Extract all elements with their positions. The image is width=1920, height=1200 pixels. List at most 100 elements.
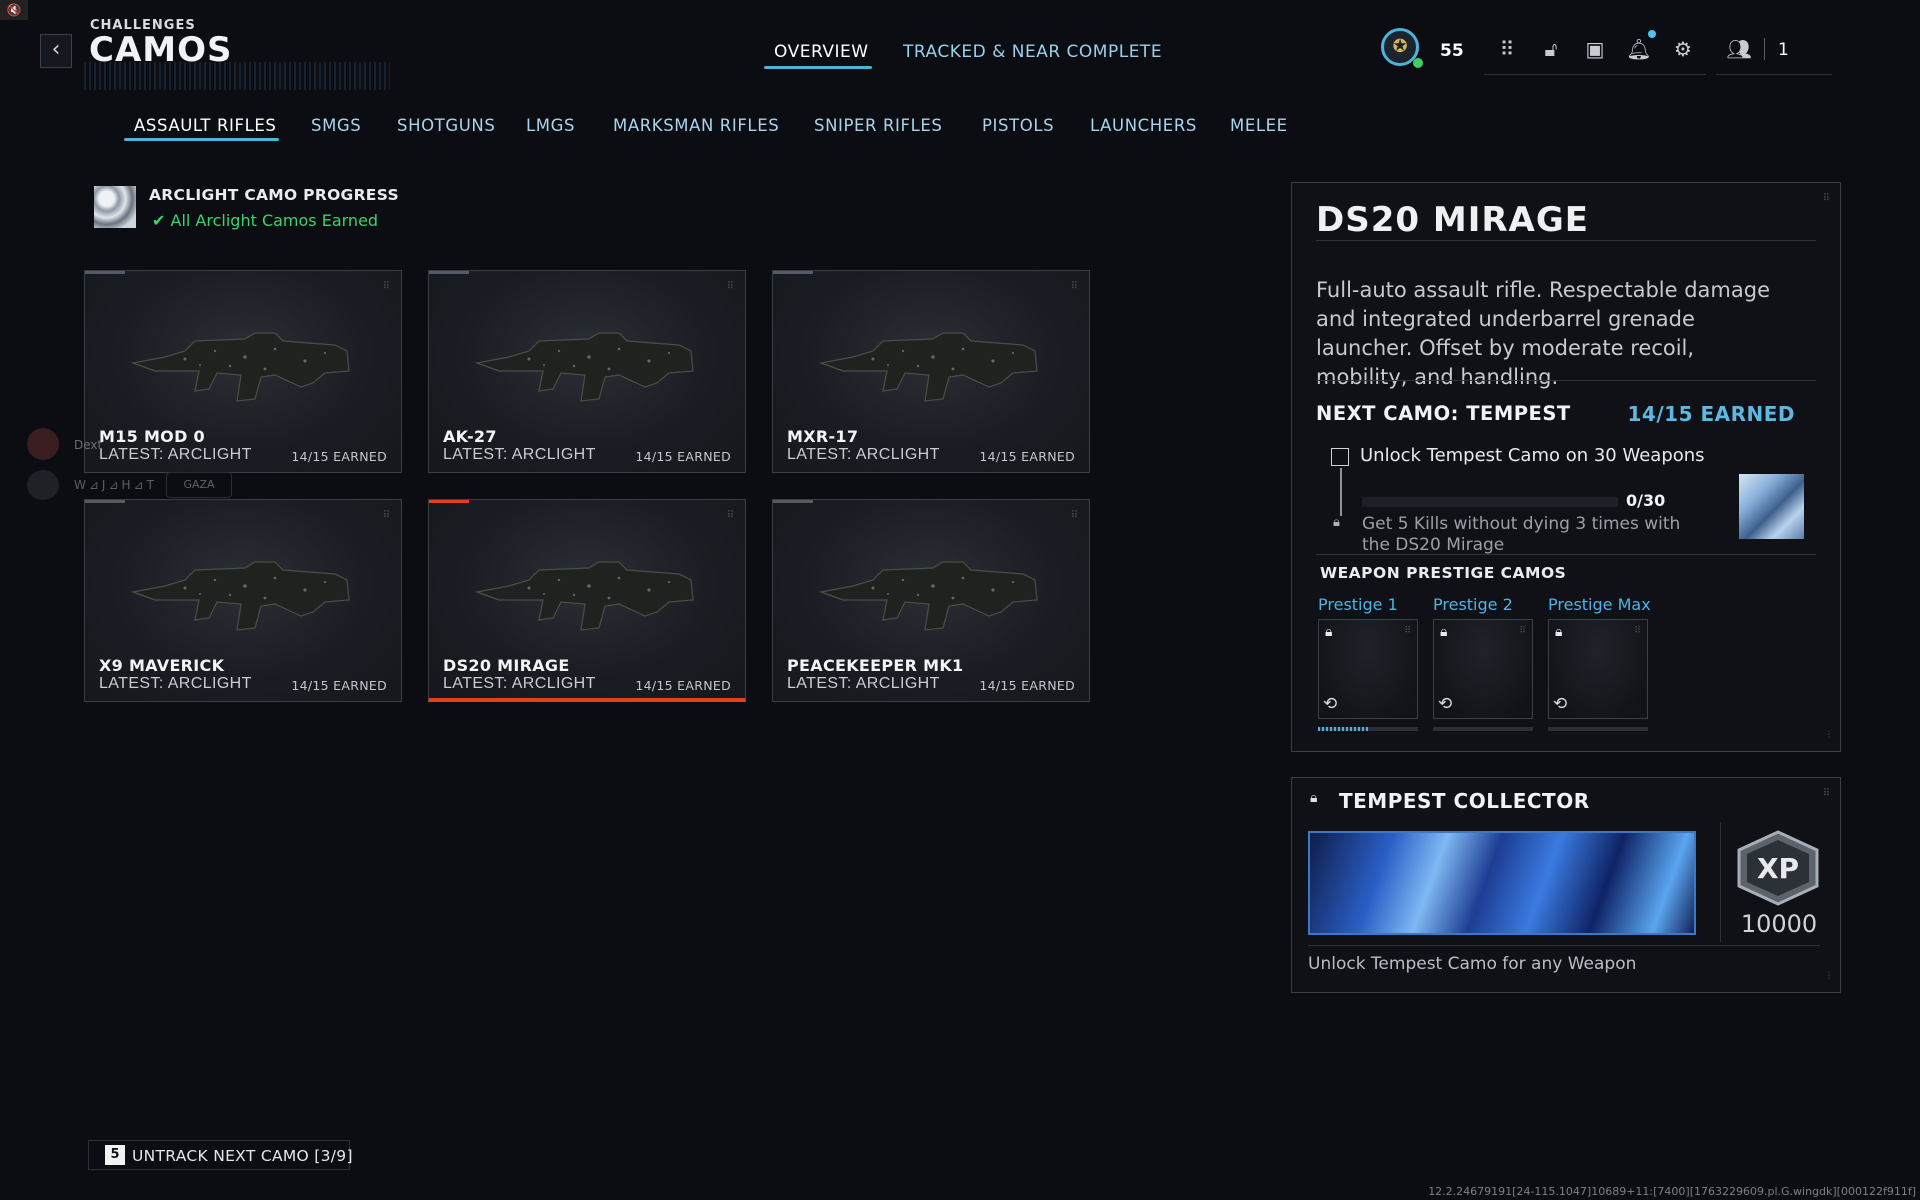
card-grip-icon: ⠿ [726,510,735,521]
weapon-earned-count: 14/15 EARNED [979,449,1075,464]
challenge-requirement: Get 5 Kills without dying 3 times with t… [1362,514,1681,555]
collector-rule [1308,945,1820,946]
weapon-card[interactable]: ⠿ MXR-17 LATEST: ARCLIGHT 14/15 EARNED [772,270,1090,473]
unlock-icon[interactable]: 🔓︎ [1538,36,1564,62]
weapon-image [818,561,1038,631]
card-grip-icon: ⠿ [1070,281,1079,292]
weapon-description: Full-auto assault rifle. Respectable dam… [1316,278,1771,389]
weapon-card[interactable]: ⠿ M15 MOD 0 LATEST: ARCLIGHT 14/15 EARNED [84,270,402,473]
prestige-camo-slot[interactable]: 🔒︎ ⠿ ⟲ [1548,619,1648,719]
card-tick [429,271,469,274]
prestige-label: Prestige 1 [1318,595,1398,614]
avatar [27,428,59,460]
category-lmgs[interactable]: LMGS [526,116,575,135]
weapon-earned-count: 14/15 EARNED [291,678,387,693]
weapon-card[interactable]: ⠿ DS20 MIRAGE LATEST: ARCLIGHT 14/15 EARNED [428,499,746,702]
weapon-image [130,332,350,402]
tab-tracked-near-complete[interactable]: TRACKED & NEAR COMPLETE [903,42,1162,62]
slot-grip-icon: ⠿ [1634,626,1641,636]
weapon-earned-count: 14/15 EARNED [635,678,731,693]
category-smgs[interactable]: SMGS [311,116,361,135]
card-tick [85,271,125,274]
mute-icon: 🔇 [0,0,28,20]
tempest-camo-thumbnail[interactable] [1739,474,1804,539]
weapon-image [818,332,1038,402]
weapon-earned-count: 14/15 EARNED [635,449,731,464]
party-underline [1716,74,1832,75]
weapon-name: X9 MAVERICK [99,656,225,675]
prestige-label: Prestige Max [1548,595,1651,614]
lock-icon: 🔒︎ [1440,624,1448,640]
next-camo-label: NEXT CAMO: TEMPEST [1316,402,1571,425]
challenge-checkbox[interactable] [1331,448,1349,466]
camo-progress-status-text: All Arclight Camos Earned [170,211,379,230]
arclight-camo-thumbnail [94,186,136,228]
keybind-badge: 5 [105,1145,125,1165]
prestige-icon: ⟲ [1323,694,1338,714]
xp-amount: 10000 [1740,910,1818,938]
prestige-progress-fill [1318,727,1368,731]
card-tick [429,500,469,503]
weapon-card[interactable]: ⠿ X9 MAVERICK LATEST: ARCLIGHT 14/15 EARNED [84,499,402,702]
weapon-name: DS20 MIRAGE [443,656,570,675]
prestige-progress-bar [1433,727,1533,731]
card-grip-icon: ⠿ [726,281,735,292]
next-camo-earned: 14/15 EARNED [1627,402,1795,426]
challenge-progress-bar [1362,497,1618,507]
title-divider [1316,240,1816,241]
untrack-next-camo-label: UNTRACK NEXT CAMO [3/9] [132,1147,353,1165]
friends-icon[interactable]: 👥︎ [1726,36,1752,62]
card-tick [85,500,125,503]
category-assault-rifles[interactable]: ASSAULT RIFLES [134,116,276,135]
camo-progress-title: ARCLIGHT CAMO PROGRESS [149,186,399,204]
xp-icon: XP [1737,830,1819,906]
weapon-image [474,561,694,631]
lock-icon: 🔒︎ [1333,515,1340,530]
category-marksman-rifles[interactable]: MARKSMAN RIFLES [613,116,779,135]
challenge-connector [1340,468,1342,516]
category-sniper-rifles[interactable]: SNIPER RIFLES [814,116,942,135]
overlay-player-tag: W⊿J⊿H⊿T [74,478,157,492]
bell-icon[interactable]: 🔔︎ [1626,36,1652,62]
tab-overview[interactable]: OVERVIEW [774,42,869,62]
toolbar-underline [1484,74,1706,75]
weapon-name: MXR-17 [787,427,859,446]
category-shotguns[interactable]: SHOTGUNS [397,116,495,135]
category-pistols[interactable]: PISTOLS [982,116,1054,135]
weapon-latest-camo: LATEST: ARCLIGHT [787,675,940,692]
tempest-collector-banner[interactable] [1308,831,1696,935]
notification-dot [1648,30,1656,38]
back-button[interactable]: ‹ [40,34,72,68]
card-grip-icon: ⠿ [382,510,391,521]
panel-grip-icon: ⠿ [1822,193,1830,204]
panel-grip-icon: ⠿ [1822,788,1830,799]
prestige-icon: ⟲ [1553,694,1568,714]
camo-progress-status: ✔ All Arclight Camos Earned [152,211,379,230]
challenge-progress-value: 0/30 [1626,491,1666,510]
overlay-player-name: Dext [74,438,103,452]
grid-icon[interactable]: ⠿ [1494,36,1520,62]
weapon-name: PEACEKEEPER MK1 [787,656,964,675]
prestige-icon: ⟲ [1438,694,1453,714]
weapon-image [130,561,350,631]
weapon-latest-camo: LATEST: ARCLIGHT [443,446,596,463]
category-melee[interactable]: MELEE [1230,116,1288,135]
prestige-label: Prestige 2 [1433,595,1513,614]
weapon-image [474,332,694,402]
xp-label: XP [1757,852,1799,885]
prestige-camo-slot[interactable]: 🔒︎ ⠿ ⟲ [1433,619,1533,719]
prestige-camo-slot[interactable]: 🔒︎ ⠿ ⟲ [1318,619,1418,719]
weapon-name: AK-27 [443,427,497,446]
lock-icon: 🔒︎ [1325,624,1333,640]
avatar-secondary [27,470,59,500]
weapon-card[interactable]: ⠿ AK-27 LATEST: ARCLIGHT 14/15 EARNED [428,270,746,473]
weapon-card[interactable]: ⠿ PEACEKEEPER MK1 LATEST: ARCLIGHT 14/15 EA… [772,499,1090,702]
weapon-latest-camo: LATEST: ARCLIGHT [99,446,252,463]
gear-icon[interactable]: ⚙ [1670,36,1696,62]
card-grip-icon: ⠿ [1070,510,1079,521]
category-launchers[interactable]: LAUNCHERS [1090,116,1197,135]
slot-grip-icon: ⠿ [1519,626,1526,636]
camera-icon[interactable]: ▣ [1582,36,1608,62]
category-indicator [124,138,279,141]
card-tick [773,271,813,274]
